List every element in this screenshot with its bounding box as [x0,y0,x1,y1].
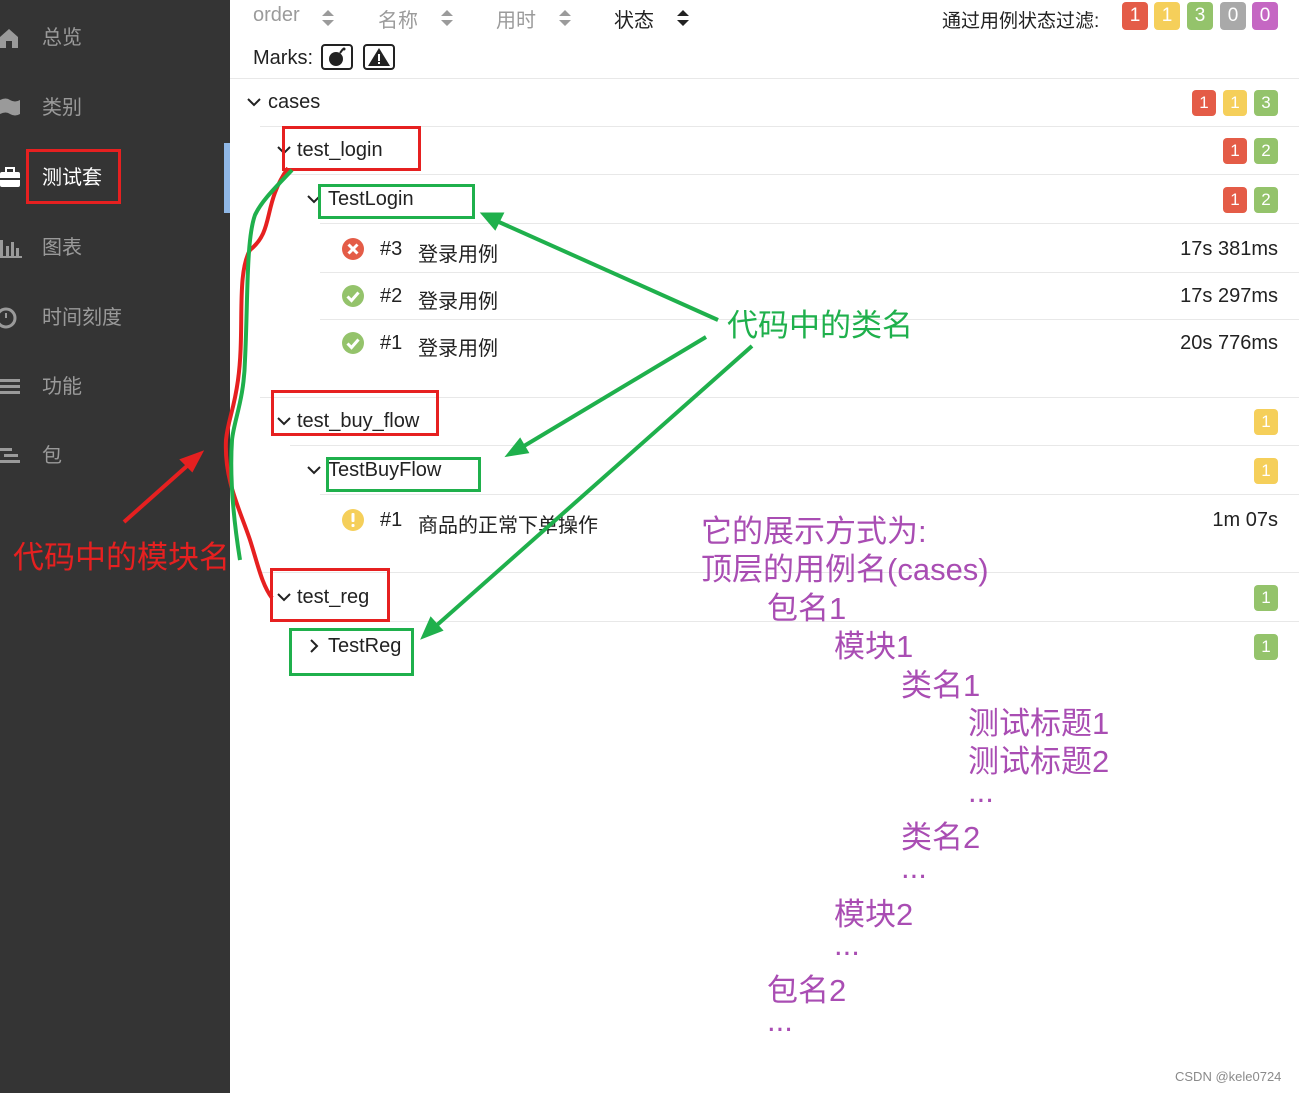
explanation-line: ... [901,850,927,885]
explanation-line: ... [834,927,860,962]
annotation-module-name-label: 代码中的模块名 [13,540,230,575]
explanation-line: ... [767,1003,793,1038]
explanation-line: ... [968,774,994,809]
watermark: CSDN @kele0724 [1175,1069,1282,1084]
annotation-class-name-label: 代码中的类名 [727,308,913,343]
